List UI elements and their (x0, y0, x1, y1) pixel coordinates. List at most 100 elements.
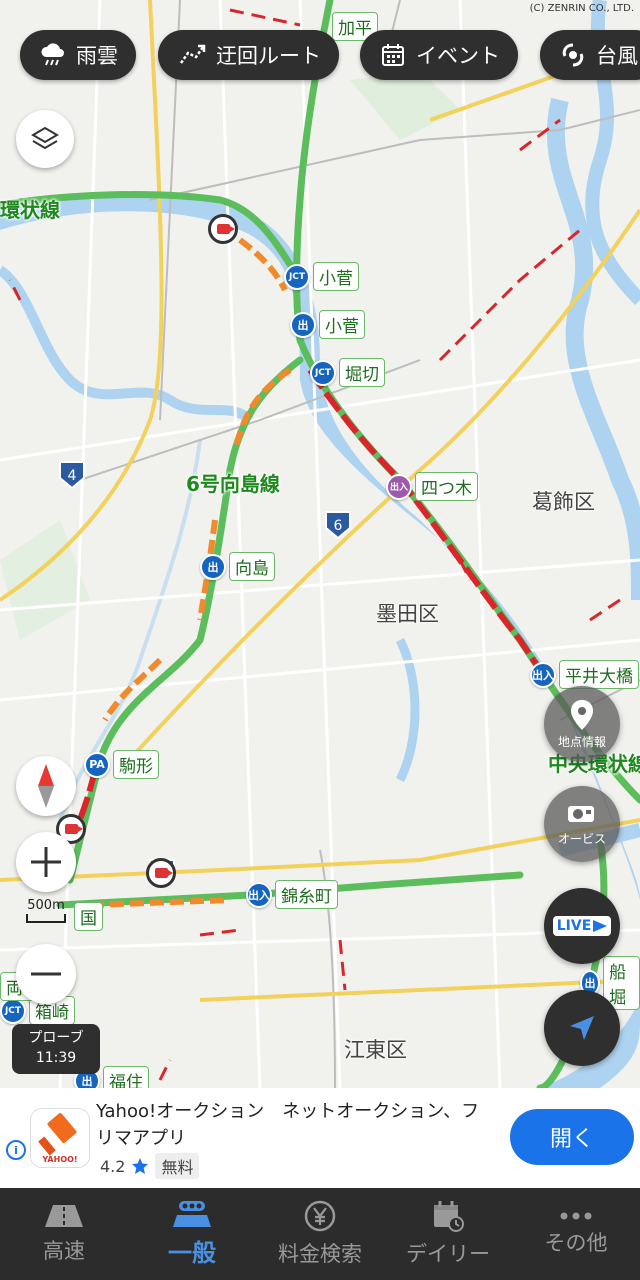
point-info-label: 地点情報 (557, 734, 606, 749)
calendar-icon (382, 44, 404, 66)
ic-kosuge-jct-name: 小菅 (313, 262, 359, 291)
zoom-control: 500m (14, 832, 78, 1008)
exit-icon: 出 (290, 311, 316, 338)
scale-ruler (26, 914, 66, 923)
scale-label: 500m (27, 898, 65, 913)
yen-coin-icon (304, 1200, 336, 1232)
ic-kosuge-exit-name: 小菅 (319, 310, 365, 339)
ad-rating-value: 4.2 (100, 1156, 126, 1176)
live-camera-button[interactable]: LIVE (544, 888, 620, 964)
ad-rating: 4.2 無料 (100, 1153, 200, 1179)
zoom-in-button[interactable] (16, 832, 76, 892)
nav-daily[interactable]: デイリー (384, 1188, 512, 1280)
ward-label-koto: 江東区 (344, 1038, 407, 1062)
probe-time: 11:39 (35, 1050, 77, 1066)
exit-icon: 出 (200, 553, 226, 580)
nav-toll-search[interactable]: 料金検索 (256, 1188, 384, 1280)
live-icon: LIVE (552, 916, 612, 936)
typhoon-icon (562, 43, 584, 67)
ward-label-katsushika: 葛飾区 (532, 490, 595, 514)
ward-label-sumida: 墨田区 (376, 602, 439, 626)
chip-event[interactable]: イベント (360, 30, 518, 80)
ic-mukojima-name: 向島 (229, 552, 275, 581)
nav-highway[interactable]: 高速 (0, 1188, 128, 1280)
star-icon (132, 1158, 149, 1174)
chip-event-label: イベント (416, 44, 500, 68)
nav-toll-search-label: 料金検索 (278, 1242, 362, 1266)
ic-horikiri-jct[interactable]: JCT 堀切 (310, 358, 385, 387)
nav-other[interactable]: その他 (512, 1188, 640, 1280)
ad-price: 無料 (155, 1153, 200, 1179)
ic-kinshicho[interactable]: 出入 錦糸町 (246, 880, 338, 909)
chip-typhoon[interactable]: 台風 (540, 30, 640, 80)
live-label: LIVE (556, 918, 592, 934)
ic-kinshicho-name: 錦糸町 (275, 880, 338, 909)
nav-general-road-label: 一般 (168, 1238, 216, 1267)
ic-mukojima[interactable]: 出向島 (200, 552, 275, 581)
auction-hammer-icon: YAHOO! (31, 1109, 89, 1167)
jct-icon: JCT (284, 263, 310, 290)
ic-kosuge-exit[interactable]: 出小菅 (290, 310, 365, 339)
ic-komagata[interactable]: PA 駒形 (84, 750, 159, 779)
traffic-camera-icon[interactable] (208, 214, 238, 244)
ad-brand: YAHOO! (41, 1155, 77, 1164)
entrance-exit-icon: 出入 (386, 473, 412, 500)
chip-rain-cloud[interactable]: 雨雲 (20, 30, 136, 80)
ic-yotsugi[interactable]: 出入 四つ木 (386, 472, 478, 501)
map-pin-icon (571, 699, 593, 730)
layers-icon (31, 126, 59, 150)
ad-title: Yahoo!オークション ネットオークション、フリマアプリ (96, 1101, 480, 1149)
route-shield-4: 4 (59, 461, 85, 490)
zoom-out-button[interactable] (16, 944, 76, 1004)
layers-button[interactable] (16, 110, 74, 168)
highway-icon (45, 1205, 83, 1227)
navigation-arrow-icon (570, 1016, 594, 1040)
nav-highway-label: 高速 (43, 1239, 85, 1263)
route-shield-6-number: 6 (334, 518, 343, 534)
detour-icon (179, 44, 206, 64)
point-info-button[interactable]: 地点情報 (544, 686, 620, 762)
yahoo-auction-app-icon[interactable]: YAHOO! (30, 1108, 90, 1168)
route-shield-4-number: 4 (68, 468, 77, 484)
parking-area-icon: PA (84, 751, 110, 778)
orbis-button[interactable]: オービス (544, 786, 620, 862)
ad-open-button[interactable]: 開く (510, 1109, 634, 1165)
probe-label: プローブ (28, 1030, 84, 1046)
compass-button[interactable] (16, 756, 76, 816)
chip-rain-cloud-label: 雨雲 (76, 44, 118, 68)
compass-icon (38, 764, 54, 808)
ic-kosuge-jct[interactable]: JCT 小菅 (284, 262, 359, 291)
route-label-6: 6号向島線 (186, 472, 280, 496)
probe-info[interactable]: プローブ 11:39 (12, 1024, 100, 1074)
nav-other-label: その他 (544, 1231, 608, 1255)
ic-komagata-name: 駒形 (113, 750, 159, 779)
nav-general-road[interactable]: 一般 (128, 1188, 256, 1280)
ic-yotsugi-name: 四つ木 (415, 472, 478, 501)
chip-detour-route-label: 迂回ルート (216, 44, 321, 68)
chip-typhoon-label: 台風 (596, 44, 638, 68)
route-label-ring: 環状線 (0, 198, 60, 222)
ad-info-icon[interactable]: i (6, 1140, 26, 1160)
entrance-exit-icon: 出入 (530, 661, 556, 688)
traffic-camera-icon[interactable] (146, 858, 176, 888)
calendar-clock-icon (434, 1201, 464, 1232)
ic-horikiri-jct-name: 堀切 (339, 358, 385, 387)
route-shield-6: 6 (325, 511, 351, 540)
chip-detour-route[interactable]: 迂回ルート (158, 30, 339, 80)
current-location-button[interactable] (544, 990, 620, 1066)
ic-kuni[interactable]: 国 (74, 902, 103, 931)
orbis-label: オービス (557, 831, 606, 846)
jct-icon: JCT (310, 359, 336, 386)
speed-camera-icon (568, 805, 594, 822)
rain-cloud-icon (41, 43, 64, 66)
ic-hirai[interactable]: 出入 平井大橋 (530, 660, 639, 689)
minus-icon (31, 972, 61, 976)
map-view[interactable]: (C) ZENRIN CO., LTD. 環状線 6号向島線 中央環状線 葛飾区… (0, 0, 640, 1088)
video-icon (593, 920, 608, 932)
ic-kuni-name: 国 (74, 902, 103, 931)
nav-daily-label: デイリー (406, 1242, 490, 1266)
ic-hirai-name: 平井大橋 (559, 660, 639, 689)
more-dots-icon (560, 1212, 592, 1220)
plus-icon (31, 847, 61, 877)
scale-bar: 500m (14, 898, 78, 928)
